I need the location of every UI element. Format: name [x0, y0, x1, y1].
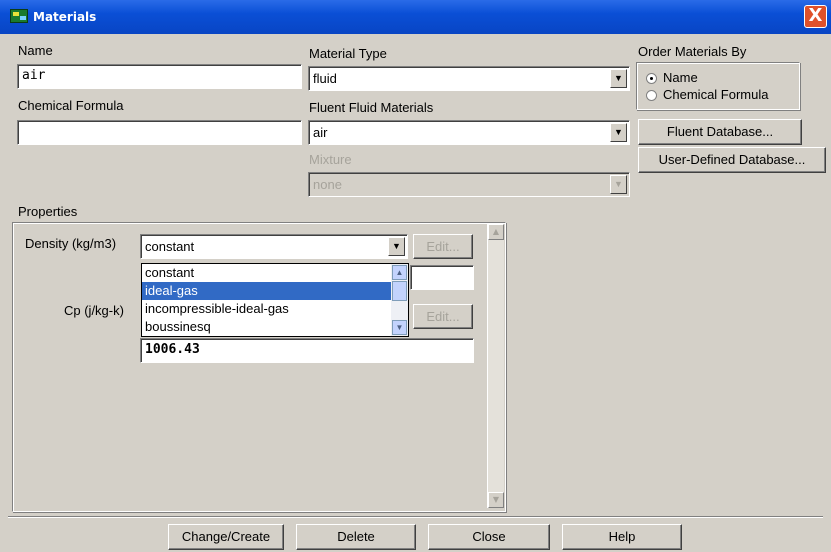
fluent-fluid-materials-select[interactable]: air ▼ [308, 120, 630, 145]
dropdown-option-selected[interactable]: ideal-gas [142, 282, 408, 300]
properties-label: Properties [18, 204, 78, 219]
order-by-name-radio[interactable]: Name [646, 70, 698, 85]
fluent-fluid-materials-label: Fluent Fluid Materials [309, 100, 434, 115]
footer-divider [8, 516, 823, 518]
scroll-down-icon[interactable]: ▼ [488, 492, 504, 508]
cp-value-input[interactable]: 1006.43 [140, 338, 474, 363]
close-window-button[interactable]: X [804, 5, 827, 28]
radio-selected-icon [646, 73, 657, 85]
scroll-up-icon[interactable]: ▲ [392, 265, 407, 280]
material-type-value: fluid [313, 71, 337, 86]
delete-button[interactable]: Delete [296, 524, 416, 550]
material-type-label: Material Type [309, 46, 387, 61]
density-method-dropdown[interactable]: constant ideal-gas incompressible-ideal-… [141, 263, 409, 337]
mixture-select: none ▼ [308, 172, 630, 197]
density-method-value: constant [145, 239, 195, 254]
dropdown-option[interactable]: constant [142, 264, 408, 282]
scroll-up-icon[interactable]: ▲ [488, 224, 504, 240]
name-label: Name [18, 43, 53, 58]
chemical-formula-label: Chemical Formula [18, 98, 124, 113]
density-method-select[interactable]: constant ▼ [140, 234, 408, 259]
order-by-formula-radio[interactable]: Chemical Formula [646, 87, 768, 102]
chemical-formula-input[interactable] [17, 120, 302, 145]
cp-label: Cp (j/kg-k) [64, 303, 124, 318]
order-by-label: Order Materials By [638, 44, 747, 59]
material-type-select[interactable]: fluid ▼ [308, 66, 630, 91]
window-title: Materials [33, 10, 97, 24]
user-defined-database-button[interactable]: User-Defined Database... [638, 147, 826, 173]
chevron-down-icon[interactable]: ▼ [388, 237, 405, 256]
radio-unselected-icon [646, 90, 657, 102]
dropdown-option[interactable]: incompressible-ideal-gas [142, 300, 408, 318]
dropdown-scrollbar[interactable]: ▲ ▼ [391, 264, 408, 336]
close-button[interactable]: Close [428, 524, 550, 550]
mixture-label: Mixture [309, 152, 352, 167]
scrollbar-thumb[interactable] [392, 281, 407, 301]
density-label: Density (kg/m3) [25, 236, 117, 251]
mixture-value: none [313, 177, 342, 192]
fluent-database-button[interactable]: Fluent Database... [638, 119, 802, 145]
dropdown-option[interactable]: boussinesq [142, 318, 408, 336]
change-create-button[interactable]: Change/Create [168, 524, 284, 550]
cp-edit-button: Edit... [413, 304, 473, 329]
properties-scrollbar[interactable]: ▲ ▼ [487, 224, 504, 508]
title-bar[interactable]: Materials X [0, 0, 831, 34]
chevron-down-icon: ▼ [610, 175, 627, 194]
chevron-down-icon[interactable]: ▼ [610, 69, 627, 88]
app-icon [10, 9, 28, 23]
chevron-down-icon[interactable]: ▼ [610, 123, 627, 142]
help-button[interactable]: Help [562, 524, 682, 550]
name-input[interactable]: air [17, 64, 302, 89]
density-edit-button: Edit... [413, 234, 473, 259]
fluent-fluid-materials-value: air [313, 125, 328, 140]
density-value-input[interactable] [410, 265, 474, 290]
scroll-down-icon[interactable]: ▼ [392, 320, 407, 335]
